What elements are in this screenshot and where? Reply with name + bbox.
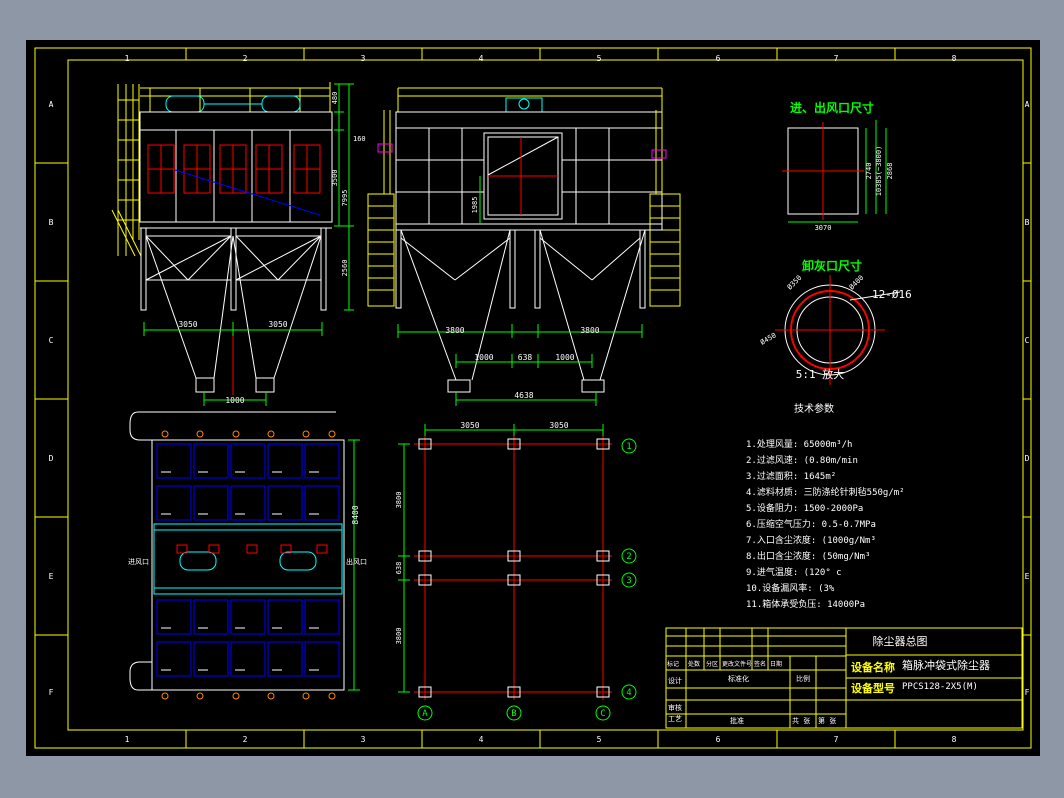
dim-support-v-2: 638 [395,562,403,575]
grid-column-label: 5 [597,54,602,63]
grid-row-label: C [1025,336,1030,345]
grid-column-label: 5 [597,735,602,744]
design-label: 设计 [668,676,682,685]
dim-front-gap-2: 638 [518,353,533,362]
grid-row-label: A [49,100,54,109]
grid-column-label: 4 [479,54,484,63]
sheet-number-label: 第 张 [818,716,836,725]
tech-param-item: 4.滤料材质: 三防涤纶针刺毡550g/m² [746,486,905,498]
flange-detail-title: 卸灰口尺寸 [802,258,862,273]
grid-column-label: 8 [952,735,957,744]
dim-side-h1: 480 [331,92,339,105]
standardize-label: 标准化 [728,674,749,683]
dim-front-inlet-h: 1985 [471,197,479,214]
grid-column-label: 4 [479,735,484,744]
dim-side-hopper-2: 3050 [268,320,287,329]
dim-plan-width: 8400 [351,505,360,524]
dim-support-top-2: 3050 [549,421,568,430]
revision-header: 处数 [688,660,700,668]
approve-label: 批准 [730,716,744,725]
grid-row-label: D [1025,454,1030,463]
grid-row-label: D [49,454,54,463]
dim-side-h4: 7995 [341,190,349,207]
grid-row-label: F [1025,688,1030,697]
flange-bolt-spec: 12-Ø16 [872,288,912,301]
dim-front-total: 4638 [514,391,533,400]
equipment-name-label: 设备名称 [851,660,895,674]
dim-support-v-3: 3800 [395,628,403,645]
revision-header: 日期 [770,660,782,668]
dim-side-h3: 3500 [331,170,339,187]
plan-outlet-label: 出风口 [346,557,367,566]
dim-front-hopper-1: 3800 [445,326,464,335]
grid-column-label: 7 [834,54,839,63]
dim-front-gap-1: 1000 [474,353,493,362]
grid-row-label: B [49,218,54,227]
grid-column-label: 8 [952,54,957,63]
duct-detail-title: 进、出风口尺寸 [790,100,874,115]
grid-row-label: F [49,688,54,697]
tech-params-title: 技术参数 [794,402,834,415]
process-label: 工艺 [668,715,682,723]
tech-param-item: 2.过滤风速: (0.80m/min [746,454,858,466]
dim-front-hopper-2: 3800 [580,326,599,335]
flange-scale: 5:1 放大 [796,367,845,381]
axis-label-2: 2 [626,552,631,562]
plan-inlet-label: 进风口 [128,558,149,566]
grid-row-label: E [1025,572,1030,581]
axis-label-a: A [422,709,428,719]
tech-param-item: 8.出口含尘浓度: (50mg/Nm³ [746,550,870,562]
axis-label-b: B [511,709,516,719]
axis-label-c: C [600,709,605,719]
tech-param-item: 9.进气温度: (120° c [746,566,842,578]
dim-support-v-1: 3800 [395,492,403,509]
total-sheets-label: 共 张 [792,716,810,725]
axis-label-4: 4 [626,688,631,698]
dim-duct-w: 3070 [815,224,832,232]
dim-side-h5: 2560 [341,260,349,277]
axis-label-1: 1 [626,442,631,452]
revision-header: 标记 [667,660,679,668]
tech-param-item: 1.处理风量: 65000m³/h [746,438,852,450]
grid-column-label: 2 [243,54,248,63]
dim-duct-h-3: 2868 [886,163,894,180]
cad-drawing-canvas: 1 1 2 2 3 3 4 4 5 5 6 6 7 7 8 8 A A B B C C D D E E F F 3050 … [26,40,1040,756]
dim-side-outlet: 1000 [225,396,244,405]
grid-column-label: 1 [125,54,130,63]
drawing-name: 除尘器总图 [873,634,928,648]
grid-row-label: E [49,572,54,581]
dim-duct-h-2: 10385(~3800) [875,146,883,197]
dim-side-hopper-1: 3050 [178,320,197,329]
grid-row-label: B [1025,218,1030,227]
dim-front-gap-3: 1000 [555,353,574,362]
grid-column-label: 6 [716,54,721,63]
revision-header: 更改文件号 [722,660,752,668]
tech-param-item: 7.入口含尘浓度: (1000g/Nm³ [746,534,876,546]
grid-row-label: C [49,336,54,345]
grid-column-label: 7 [834,735,839,744]
equipment-model-label: 设备型号 [851,681,895,695]
axis-label-3: 3 [626,576,631,586]
grid-row-label: A [1025,100,1030,109]
dim-side-h2: 160 [353,135,366,143]
tech-param-item: 6.压缩空气压力: 0.5-0.7MPa [746,518,876,530]
equipment-model: PPCS128-2X5(M) [902,682,978,692]
tech-param-item: 11.箱体承受负压: 14000Pa [746,598,865,610]
revision-header: 签名 [754,660,766,668]
equipment-name: 箱脉冲袋式除尘器 [902,658,990,672]
dim-duct-h-1: 2740 [865,163,873,180]
grid-column-label: 3 [361,54,366,63]
review-label: 审核 [668,703,682,712]
revision-header: 分区 [706,660,718,668]
grid-column-label: 3 [361,735,366,744]
grid-column-label: 2 [243,735,248,744]
dim-support-top-1: 3050 [460,421,479,430]
tech-param-item: 10.设备漏风率: (3% [746,582,835,594]
tech-param-item: 3.过滤面积: 1645m² [746,470,836,482]
grid-column-label: 1 [125,735,130,744]
scale-label: 比例 [796,674,810,683]
tech-param-item: 5.设备阻力: 1500-2000Pa [746,502,863,514]
grid-column-label: 6 [716,735,721,744]
